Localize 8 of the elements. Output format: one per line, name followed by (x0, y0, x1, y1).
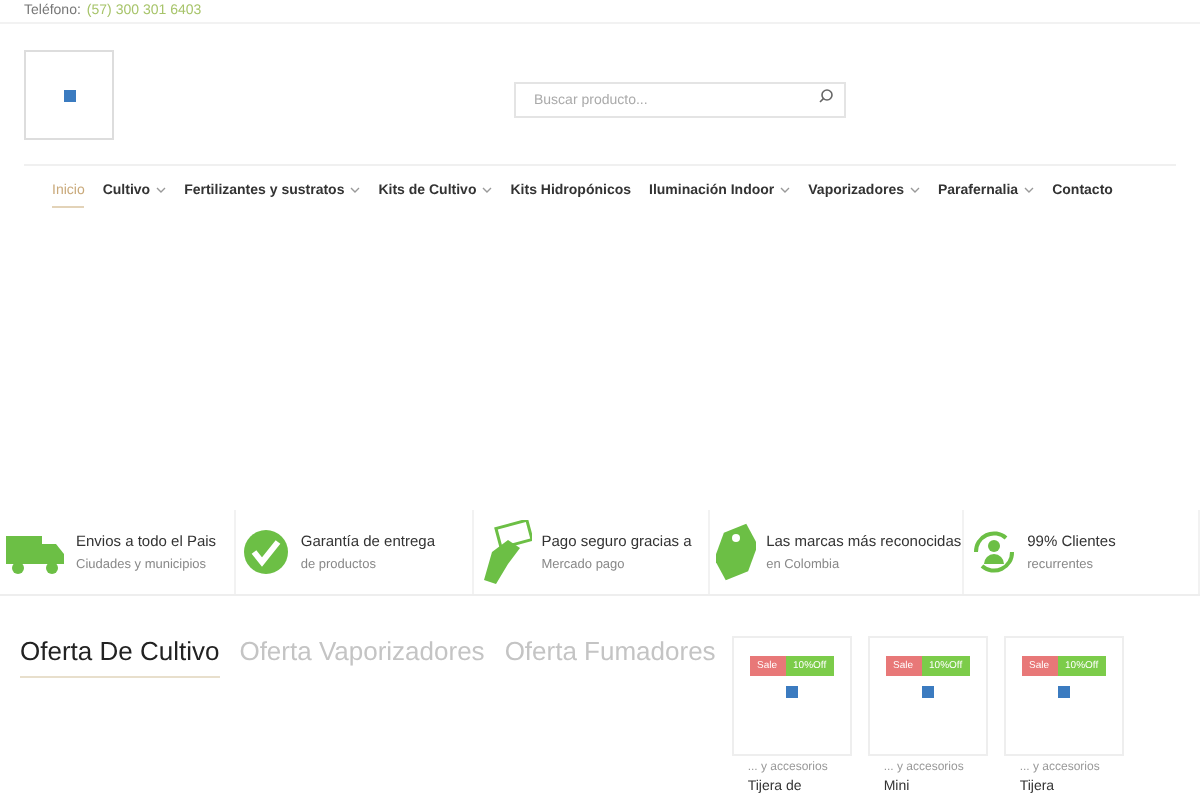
hand-card-icon (479, 520, 532, 584)
broken-image-icon (785, 686, 798, 698)
broken-image-icon (63, 89, 75, 101)
broken-image-icon (921, 686, 934, 698)
tag-icon (716, 520, 757, 584)
search-icon[interactable] (818, 87, 834, 103)
offer-tab[interactable]: Oferta De Cultivo (20, 636, 220, 678)
broken-image-icon (1057, 686, 1070, 698)
